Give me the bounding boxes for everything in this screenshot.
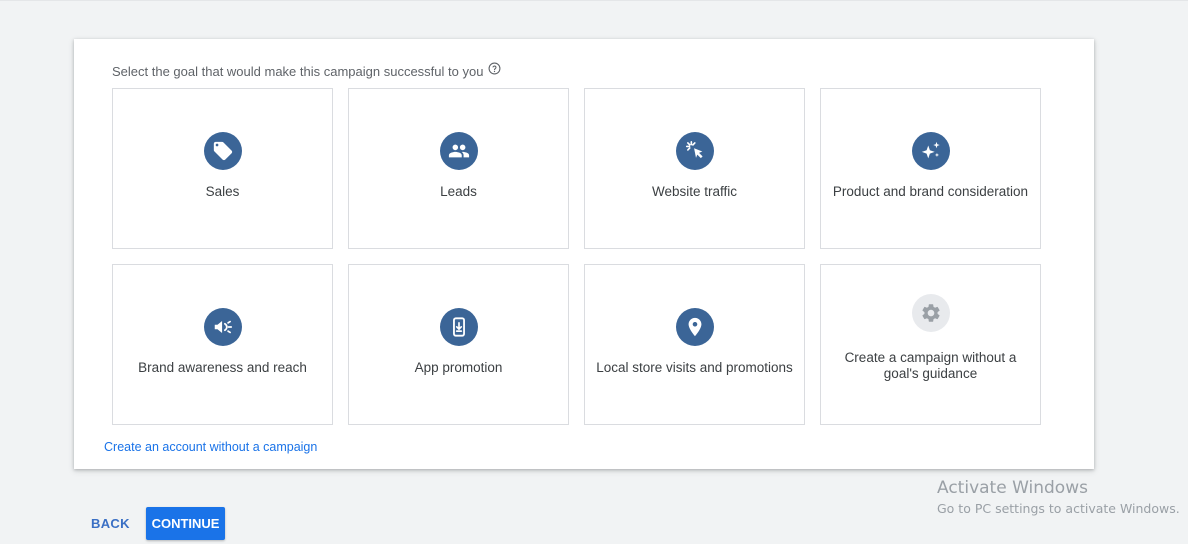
- top-divider: [0, 0, 1188, 1]
- goal-prompt-text: Select the goal that would make this cam…: [112, 64, 484, 79]
- goal-label: Leads: [440, 183, 477, 199]
- goal-tile-website-traffic[interactable]: Website traffic: [584, 88, 805, 249]
- help-circle-icon[interactable]: [488, 62, 501, 75]
- goal-tile-local-store-visits[interactable]: Local store visits and promotions: [584, 264, 805, 425]
- goal-label: Local store visits and promotions: [596, 359, 793, 375]
- cursor-click-icon: [675, 131, 714, 170]
- goal-grid: Sales Leads Website traffic Product and …: [112, 88, 1041, 425]
- goal-tile-sales[interactable]: Sales: [112, 88, 333, 249]
- people-icon: [439, 131, 478, 170]
- tag-icon: [203, 131, 242, 170]
- goal-label: Brand awareness and reach: [138, 359, 307, 375]
- goal-prompt: Select the goal that would make this cam…: [112, 62, 501, 79]
- goal-label: Product and brand consideration: [832, 183, 1029, 199]
- goal-tile-leads[interactable]: Leads: [348, 88, 569, 249]
- continue-button[interactable]: CONTINUE: [146, 507, 225, 540]
- sparkle-icon: [911, 131, 950, 170]
- goal-tile-no-goal[interactable]: Create a campaign without a goal's guida…: [820, 264, 1041, 425]
- create-account-without-campaign-link[interactable]: Create an account without a campaign: [104, 440, 317, 454]
- back-button[interactable]: BACK: [82, 507, 139, 540]
- page: Select the goal that would make this cam…: [0, 0, 1188, 544]
- goal-selection-card: Select the goal that would make this cam…: [74, 39, 1094, 469]
- goal-label: App promotion: [414, 359, 503, 375]
- goal-tile-brand-consideration[interactable]: Product and brand consideration: [820, 88, 1041, 249]
- goal-tile-brand-awareness[interactable]: Brand awareness and reach: [112, 264, 333, 425]
- watermark-subtitle: Go to PC settings to activate Windows.: [937, 501, 1180, 516]
- watermark-title: Activate Windows: [937, 478, 1088, 498]
- megaphone-icon: [203, 307, 242, 346]
- goal-label: Sales: [205, 183, 240, 199]
- goal-label: Create a campaign without a goal's guida…: [844, 349, 1017, 381]
- activate-windows-watermark: Activate Windows Go to PC settings to ac…: [937, 478, 1180, 516]
- goal-label: Website traffic: [651, 183, 738, 199]
- gear-icon: [911, 293, 950, 332]
- phone-download-icon: [439, 307, 478, 346]
- goal-tile-app-promotion[interactable]: App promotion: [348, 264, 569, 425]
- map-pin-icon: [675, 307, 714, 346]
